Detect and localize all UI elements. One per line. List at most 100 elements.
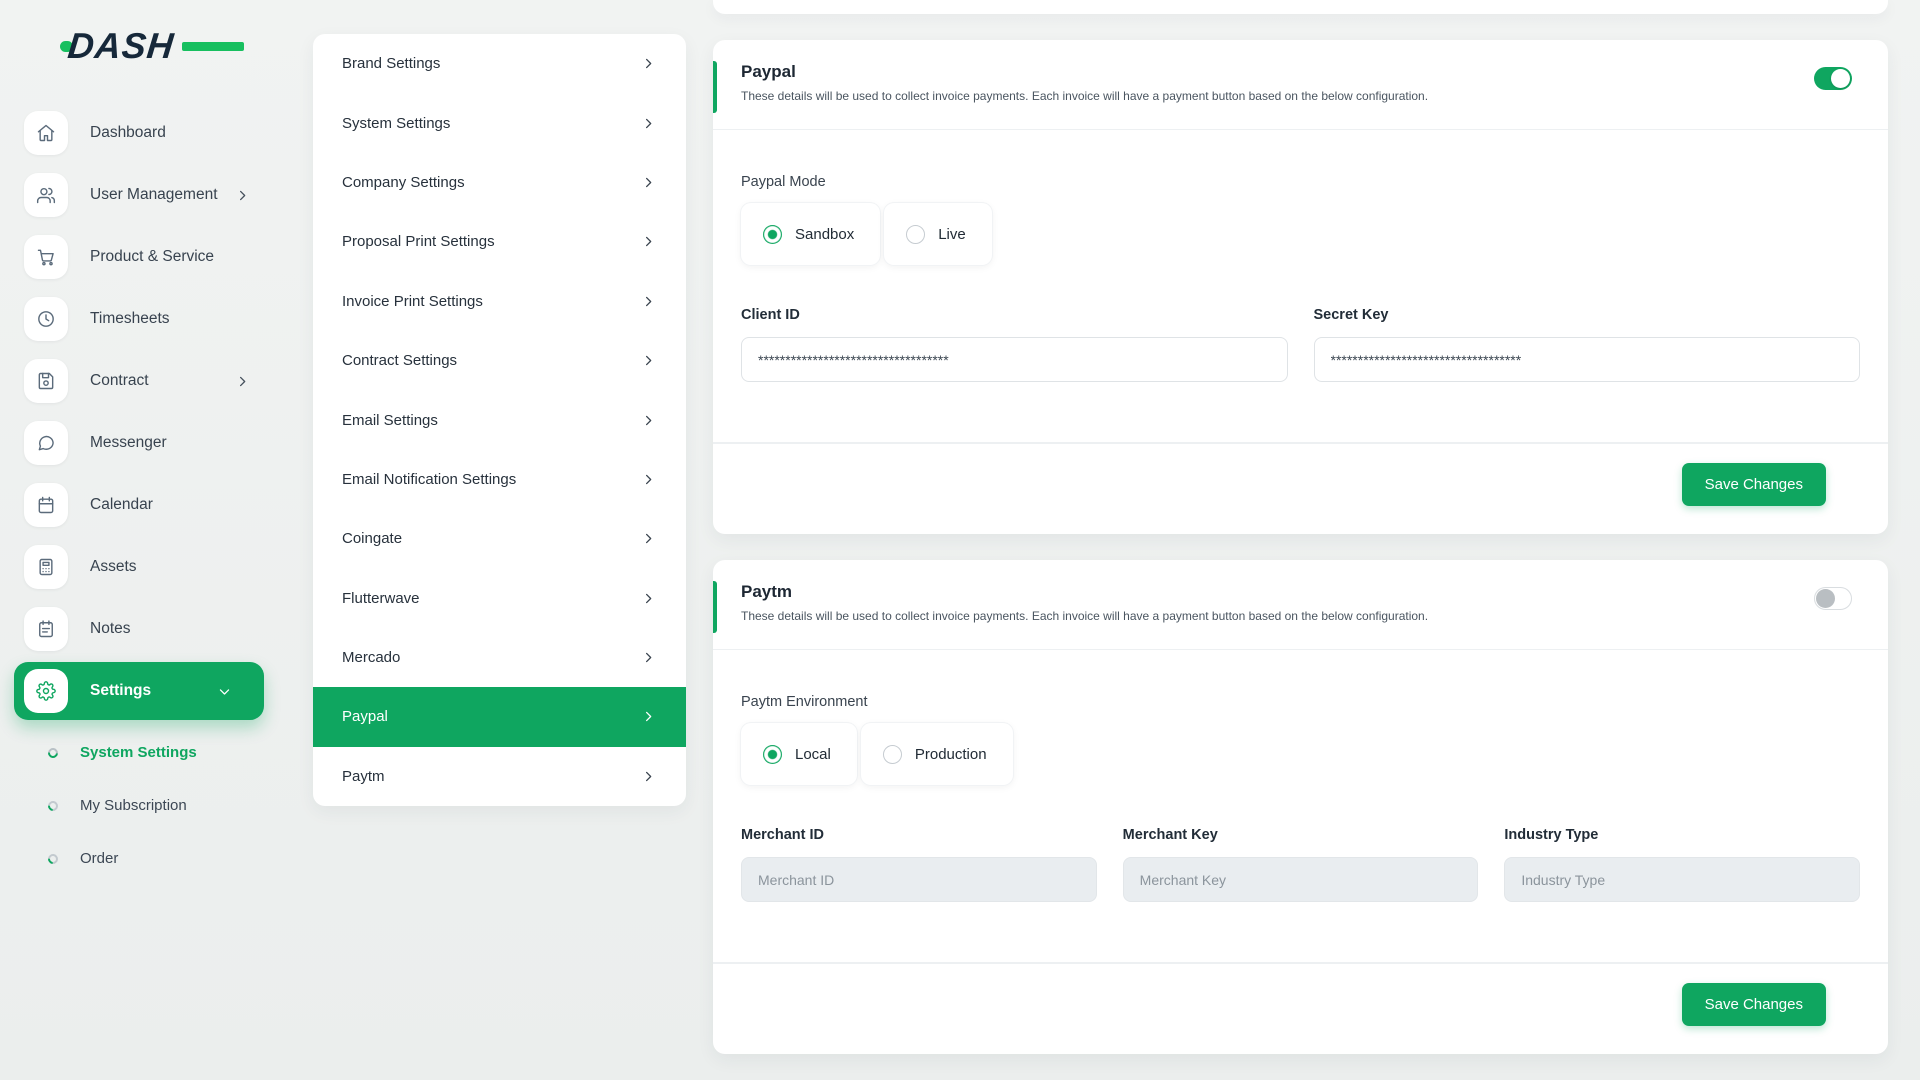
paytm-field-merchant-key: Merchant Key <box>1123 827 1479 902</box>
radio-option-label: Sandbox <box>795 226 854 243</box>
paypal-field-secret-key: Secret Key <box>1314 307 1861 382</box>
settings-menu-item-invoice-print-settings[interactable]: Invoice Print Settings <box>313 272 686 331</box>
brand-logo[interactable]: DASH <box>68 24 218 68</box>
settings-menu-item-label: Paytm <box>342 768 385 785</box>
radio-option-label: Local <box>795 746 831 763</box>
radio-option-label: Live <box>938 226 966 243</box>
settings-menu-item-flutterwave[interactable]: Flutterwave <box>313 569 686 628</box>
radio-selected-icon[interactable] <box>763 745 782 764</box>
paypal-enabled-toggle[interactable] <box>1814 67 1852 90</box>
paypal-panel-header: Paypal These details will be used to col… <box>713 40 1888 129</box>
sidebar-subitem-label: System Settings <box>80 744 197 761</box>
settings-menu-item-label: Email Notification Settings <box>342 471 516 488</box>
field-label: Secret Key <box>1314 307 1861 323</box>
settings-menu-item-company-settings[interactable]: Company Settings <box>313 153 686 212</box>
sidebar-item-notes[interactable]: Notes <box>0 598 290 660</box>
chevron-right-icon <box>641 175 656 190</box>
paytm-environment-options: Local Production <box>741 723 1860 785</box>
logo-bar-icon <box>182 42 244 51</box>
paytm-input-merchant-key[interactable] <box>1123 857 1479 902</box>
paytm-environment-option-production[interactable]: Production <box>861 723 1013 785</box>
settings-menu-item-paypal[interactable]: Paypal <box>313 687 686 746</box>
sidebar-item-user-management[interactable]: User Management <box>0 164 290 226</box>
home-icon <box>24 111 68 155</box>
paytm-panel-body: Paytm Environment LocalProduction Mercha… <box>713 650 1888 962</box>
sidebar-subitem-label: Order <box>80 850 118 867</box>
paypal-input-client-id[interactable] <box>741 337 1288 382</box>
sidebar-item-timesheets[interactable]: Timesheets <box>0 288 290 350</box>
sidebar-item-product-service[interactable]: Product & Service <box>0 226 290 288</box>
bullet-circle-icon <box>46 851 60 865</box>
field-label: Merchant Key <box>1123 827 1479 843</box>
sidebar-item-messenger[interactable]: Messenger <box>0 412 290 474</box>
sidebar-item-contract[interactable]: Contract <box>0 350 290 412</box>
settings-menu-item-label: Proposal Print Settings <box>342 233 495 250</box>
paytm-panel: Paytm These details will be used to coll… <box>713 560 1888 1054</box>
settings-menu-item-paytm[interactable]: Paytm <box>313 747 686 806</box>
field-label: Client ID <box>741 307 1288 323</box>
paypal-save-button[interactable]: Save Changes <box>1682 463 1826 506</box>
settings-menu-item-label: Flutterwave <box>342 590 420 607</box>
settings-menu-item-proposal-print-settings[interactable]: Proposal Print Settings <box>313 212 686 271</box>
sidebar-item-settings[interactable]: Settings <box>14 662 264 720</box>
chevron-right-icon <box>641 116 656 131</box>
bullet-circle-icon <box>46 745 60 759</box>
sidebar-item-dashboard[interactable]: Dashboard <box>0 102 290 164</box>
chevron-right-icon <box>641 56 656 71</box>
paypal-mode-option-live[interactable]: Live <box>884 203 992 265</box>
users-icon <box>24 173 68 217</box>
chevron-right-icon <box>235 374 250 389</box>
settings-menu-item-label: Paypal <box>342 708 388 725</box>
sidebar-item-label: Calendar <box>90 496 153 514</box>
main-content: Paypal These details will be used to col… <box>713 0 1888 1080</box>
paytm-environment-option-local[interactable]: Local <box>741 723 857 785</box>
chevron-right-icon <box>235 188 250 203</box>
radio-unselected-icon[interactable] <box>883 745 902 764</box>
chevron-right-icon <box>641 650 656 665</box>
app-root: DASH Dashboard User Management Product & S… <box>0 0 1920 1080</box>
paytm-save-button[interactable]: Save Changes <box>1682 983 1826 1026</box>
paytm-description: These details will be used to collect in… <box>741 609 1798 623</box>
settings-menu-item-coingate[interactable]: Coingate <box>313 509 686 568</box>
sidebar-subitem-order[interactable]: Order <box>0 832 290 885</box>
paytm-enabled-toggle[interactable] <box>1814 587 1852 610</box>
settings-menu-item-brand-settings[interactable]: Brand Settings <box>313 34 686 93</box>
sidebar-subitem-my-subscription[interactable]: My Subscription <box>0 779 290 832</box>
chevron-right-icon <box>641 234 656 249</box>
settings-menu-item-email-settings[interactable]: Email Settings <box>313 390 686 449</box>
settings-menu-item-contract-settings[interactable]: Contract Settings <box>313 331 686 390</box>
paytm-input-merchant-id[interactable] <box>741 857 1097 902</box>
sidebar-subitem-system-settings[interactable]: System Settings <box>0 726 290 779</box>
calendar-icon <box>24 483 68 527</box>
settings-menu-item-mercado[interactable]: Mercado <box>313 628 686 687</box>
paytm-field-industry-type: Industry Type <box>1504 827 1860 902</box>
settings-menu-item-email-notification-settings[interactable]: Email Notification Settings <box>313 450 686 509</box>
settings-menu-item-system-settings[interactable]: System Settings <box>313 93 686 152</box>
field-label: Industry Type <box>1504 827 1860 843</box>
radio-selected-icon[interactable] <box>763 225 782 244</box>
sidebar-item-label: Contract <box>90 372 149 390</box>
chevron-right-icon <box>641 294 656 309</box>
gear-icon <box>24 669 68 713</box>
brand-name: DASH <box>66 24 177 68</box>
settings-menu-item-label: Invoice Print Settings <box>342 293 483 310</box>
paytm-input-industry-type[interactable] <box>1504 857 1860 902</box>
settings-menu-card: Brand SettingsSystem SettingsCompany Set… <box>313 34 686 806</box>
chevron-right-icon <box>641 531 656 546</box>
chat-icon <box>24 421 68 465</box>
paypal-mode-label: Paypal Mode <box>741 174 1860 190</box>
sidebar-item-label: Dashboard <box>90 124 166 142</box>
settings-menu-item-label: Email Settings <box>342 412 438 429</box>
paypal-panel: Paypal These details will be used to col… <box>713 40 1888 534</box>
sidebar-item-label: Timesheets <box>90 310 170 328</box>
paypal-input-secret-key[interactable] <box>1314 337 1861 382</box>
previous-card-bottom <box>713 0 1888 14</box>
radio-unselected-icon[interactable] <box>906 225 925 244</box>
clock-icon <box>24 297 68 341</box>
paypal-mode-option-sandbox[interactable]: Sandbox <box>741 203 880 265</box>
sidebar-item-assets[interactable]: Assets <box>0 536 290 598</box>
sidebar-item-calendar[interactable]: Calendar <box>0 474 290 536</box>
sidebar-item-label: Notes <box>90 620 131 638</box>
sidebar-item-label: User Management <box>90 186 218 204</box>
paypal-description: These details will be used to collect in… <box>741 89 1798 103</box>
